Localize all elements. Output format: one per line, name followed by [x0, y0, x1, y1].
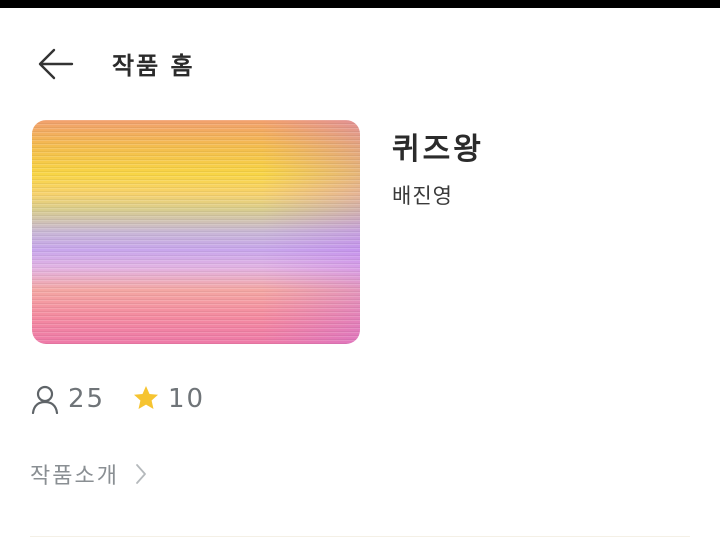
star-icon	[134, 386, 158, 409]
status-bar	[0, 0, 720, 8]
page-title: 작품 홈	[112, 52, 195, 80]
intro-label: 작품소개	[30, 464, 119, 489]
author-name: 배진영	[392, 184, 453, 208]
readers-count: 25	[68, 384, 106, 414]
person-icon	[31, 385, 59, 414]
work-title: 퀴즈왕	[392, 132, 484, 167]
likes-count: 10	[168, 384, 206, 414]
chevron-right-icon	[136, 464, 146, 484]
cover-image	[32, 120, 360, 344]
header: 작품 홈	[0, 8, 720, 120]
back-button[interactable]	[30, 42, 80, 86]
arrow-left-icon	[38, 48, 74, 80]
divider	[30, 536, 690, 537]
